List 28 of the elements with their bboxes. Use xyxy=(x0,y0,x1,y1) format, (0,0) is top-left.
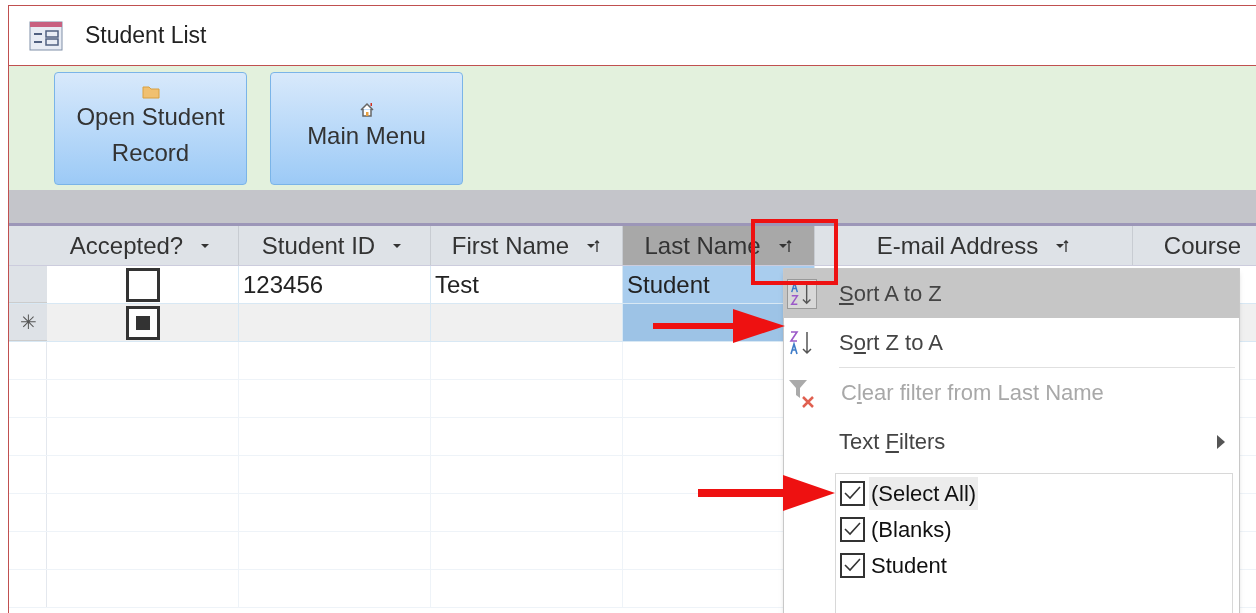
form-button[interactable]: Open Student Record xyxy=(54,71,247,185)
menu-item[interactable]: Sort A to Z xyxy=(784,269,1239,318)
checkbox[interactable] xyxy=(840,480,865,506)
folder-icon xyxy=(141,85,160,99)
filter-value[interactable]: (Select All) xyxy=(869,476,979,510)
table-cell: 123456 xyxy=(239,266,431,303)
menu-item[interactable]: Sort Z to A xyxy=(784,318,1239,367)
new-record-marker: ✳ xyxy=(19,310,37,335)
column-header[interactable]: Student ID xyxy=(239,226,431,265)
menu-item[interactable]: Text Filters xyxy=(784,417,1239,466)
checkbox[interactable] xyxy=(125,305,160,340)
form-button[interactable]: Main Menu xyxy=(270,71,463,185)
column-header[interactable]: E-mail Address xyxy=(815,226,1133,265)
filter-value[interactable]: (Blanks) xyxy=(869,512,954,546)
checkbox[interactable] xyxy=(840,516,865,542)
check-icon xyxy=(844,558,861,572)
check-icon xyxy=(844,522,861,536)
filter-value[interactable]: Student xyxy=(869,548,949,582)
submenu-arrow-icon xyxy=(1217,434,1225,449)
window-title: Student List xyxy=(85,21,207,51)
column-header[interactable]: Accepted? xyxy=(47,226,239,265)
column-header[interactable]: Course xyxy=(1133,226,1256,265)
checkbox[interactable] xyxy=(125,267,160,302)
form-icon xyxy=(29,20,63,51)
row-selector[interactable]: ✳ xyxy=(9,304,47,341)
house-icon xyxy=(358,102,375,118)
checkbox[interactable] xyxy=(840,552,865,578)
check-icon xyxy=(844,486,861,500)
